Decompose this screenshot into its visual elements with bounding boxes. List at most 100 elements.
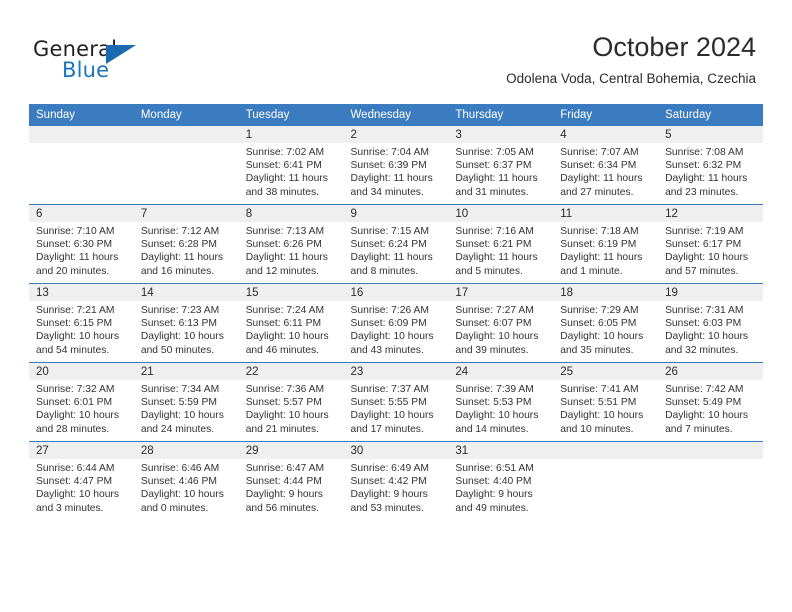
day-sun-info: Sunrise: 7:23 AM Sunset: 6:13 PM Daylight:… (134, 301, 239, 357)
calendar-day-cell[interactable]: 4 Sunrise: 7:07 AM Sunset: 6:34 PM Daylight… (553, 126, 659, 205)
daylight-text: Daylight: 11 hours and 38 minutes. (245, 173, 328, 198)
sunset-text: Sunset: 6:39 PM (350, 160, 427, 172)
day-number: 14 (133, 284, 239, 301)
sunrise-text: Sunrise: 7:18 AM (560, 226, 639, 237)
calendar-day-cell[interactable]: 28 Sunrise: 6:46 AM Sunset: 4:46 PM Dayligh… (133, 441, 239, 520)
daylight-text: Daylight: 10 hours and 35 minutes. (560, 331, 644, 356)
day-number: 13 (29, 284, 134, 301)
sunrise-text: Sunrise: 7:24 AM (245, 305, 325, 316)
day-cell-content: 31 Sunrise: 6:51 AM Sunset: 4:40 PM Dayligh… (448, 442, 554, 520)
calendar-day-cell[interactable]: 27 Sunrise: 6:44 AM Sunset: 4:47 PM Dayligh… (29, 441, 134, 520)
daylight-text: Daylight: 9 hours and 53 minutes. (350, 489, 428, 514)
general-blue-logo[interactable]: General Blue (33, 37, 203, 89)
calendar-day-cell[interactable]: 19 Sunrise: 7:31 AM Sunset: 6:03 PM Dayligh… (658, 283, 763, 363)
calendar-day-cell[interactable]: 18 Sunrise: 7:29 AM Sunset: 6:05 PM Dayligh… (553, 283, 659, 363)
sunrise-text: Sunrise: 7:42 AM (665, 384, 744, 395)
day-sun-info: Sunrise: 7:02 AM Sunset: 6:41 PM Daylight:… (239, 143, 344, 199)
sunrise-text: Sunrise: 7:31 AM (665, 305, 744, 316)
calendar-day-cell[interactable]: 6 Sunrise: 7:10 AM Sunset: 6:30 PM Daylight… (29, 204, 134, 284)
calendar-day-cell[interactable]: 8 Sunrise: 7:13 AM Sunset: 6:26 PM Daylight… (238, 204, 344, 284)
calendar-day-cell[interactable]: 7 Sunrise: 7:12 AM Sunset: 6:28 PM Daylight… (133, 204, 239, 284)
calendar-day-cell[interactable]: 24 Sunrise: 7:39 AM Sunset: 5:53 PM Dayligh… (448, 362, 554, 442)
calendar-day-cell[interactable]: 11 Sunrise: 7:18 AM Sunset: 6:19 PM Dayligh… (553, 204, 659, 284)
sunset-text: Sunset: 6:30 PM (36, 239, 113, 251)
calendar-day-cell[interactable]: 15 Sunrise: 7:24 AM Sunset: 6:11 PM Dayligh… (238, 283, 344, 363)
sunrise-text: Sunrise: 7:02 AM (245, 147, 325, 158)
calendar-day-cell[interactable]: 12 Sunrise: 7:19 AM Sunset: 6:17 PM Dayligh… (658, 204, 763, 284)
sunrise-text: Sunrise: 6:51 AM (455, 463, 534, 474)
calendar-grid: Sunday Monday Tuesday Wednesday Thursday… (29, 104, 763, 520)
day-number: 19 (658, 284, 763, 301)
calendar-day-cell[interactable]: 5 Sunrise: 7:08 AM Sunset: 6:32 PM Daylight… (658, 126, 763, 205)
calendar-day-cell[interactable]: 23 Sunrise: 7:37 AM Sunset: 5:55 PM Dayligh… (343, 362, 449, 442)
calendar-day-cell[interactable]: 26 Sunrise: 7:42 AM Sunset: 5:49 PM Dayligh… (658, 362, 763, 442)
day-cell-content: 1 Sunrise: 7:02 AM Sunset: 6:41 PM Daylight… (238, 126, 344, 204)
day-cell-content: 21 Sunrise: 7:34 AM Sunset: 5:59 PM Dayligh… (133, 363, 239, 441)
calendar-day-cell[interactable]: 20 Sunrise: 7:32 AM Sunset: 6:01 PM Dayligh… (29, 362, 134, 442)
calendar-day-cell[interactable]: 14 Sunrise: 7:23 AM Sunset: 6:13 PM Dayligh… (133, 283, 239, 363)
day-sun-info: Sunrise: 7:27 AM Sunset: 6:07 PM Daylight:… (448, 301, 553, 357)
daylight-text: Daylight: 10 hours and 39 minutes. (455, 331, 539, 356)
calendar-day-cell[interactable]: 16 Sunrise: 7:26 AM Sunset: 6:09 PM Dayligh… (343, 283, 449, 363)
daylight-text: Daylight: 11 hours and 23 minutes. (665, 173, 748, 198)
calendar-day-cell[interactable]: 2 Sunrise: 7:04 AM Sunset: 6:39 PM Daylight… (343, 126, 449, 205)
sunrise-text: Sunrise: 7:05 AM (455, 147, 534, 158)
calendar-page: General Blue October 2024 Odolena Voda, … (0, 0, 792, 612)
sunrise-text: Sunrise: 6:49 AM (350, 463, 429, 474)
calendar-day-cell[interactable]: 3 Sunrise: 7:05 AM Sunset: 6:37 PM Daylight… (448, 126, 554, 205)
sunrise-text: Sunrise: 7:19 AM (665, 226, 744, 237)
sunset-text: Sunset: 6:15 PM (36, 318, 113, 330)
day-cell-content: 8 Sunrise: 7:13 AM Sunset: 6:26 PM Daylight… (238, 205, 344, 283)
calendar-day-cell[interactable]: 31 Sunrise: 6:51 AM Sunset: 4:40 PM Dayligh… (448, 441, 554, 520)
daylight-text: Daylight: 11 hours and 8 minutes. (350, 252, 433, 277)
calendar-day-cell[interactable]: 21 Sunrise: 7:34 AM Sunset: 5:59 PM Dayligh… (133, 362, 239, 442)
sunset-text: Sunset: 5:53 PM (455, 397, 532, 409)
title-block: October 2024 Odolena Voda, Central Bohem… (506, 30, 756, 87)
calendar-day-cell[interactable] (553, 441, 659, 520)
calendar-day-cell[interactable]: 9 Sunrise: 7:15 AM Sunset: 6:24 PM Daylight… (343, 204, 449, 284)
day-sun-info: Sunrise: 7:19 AM Sunset: 6:17 PM Daylight:… (658, 222, 763, 278)
daylight-text: Daylight: 11 hours and 31 minutes. (455, 173, 538, 198)
day-number: 3 (448, 126, 554, 143)
calendar-day-cell[interactable]: 17 Sunrise: 7:27 AM Sunset: 6:07 PM Dayligh… (448, 283, 554, 363)
daylight-text: Daylight: 11 hours and 1 minute. (560, 252, 643, 277)
day-sun-info: Sunrise: 7:16 AM Sunset: 6:21 PM Daylight:… (448, 222, 553, 278)
calendar-day-cell[interactable]: 22 Sunrise: 7:36 AM Sunset: 5:57 PM Dayligh… (238, 362, 344, 442)
calendar-day-cell[interactable] (658, 441, 763, 520)
day-cell-content: 4 Sunrise: 7:07 AM Sunset: 6:34 PM Daylight… (553, 126, 659, 204)
weekday-header-thursday: Thursday (448, 104, 554, 126)
day-cell-content: 15 Sunrise: 7:24 AM Sunset: 6:11 PM Dayligh… (238, 284, 344, 362)
calendar-day-cell[interactable] (133, 126, 239, 205)
daylight-text: Daylight: 10 hours and 17 minutes. (350, 410, 434, 435)
calendar-day-cell[interactable]: 1 Sunrise: 7:02 AM Sunset: 6:41 PM Daylight… (238, 126, 344, 205)
day-number: 20 (29, 363, 134, 380)
day-number: 21 (133, 363, 239, 380)
day-sun-info: Sunrise: 7:32 AM Sunset: 6:01 PM Daylight:… (29, 380, 134, 436)
calendar-day-cell[interactable]: 30 Sunrise: 6:49 AM Sunset: 4:42 PM Dayligh… (343, 441, 449, 520)
calendar-day-cell[interactable]: 13 Sunrise: 7:21 AM Sunset: 6:15 PM Dayligh… (29, 283, 134, 363)
daylight-text: Daylight: 10 hours and 50 minutes. (140, 331, 224, 356)
daylight-text: Daylight: 11 hours and 27 minutes. (560, 173, 643, 198)
daylight-text: Daylight: 9 hours and 56 minutes. (245, 489, 323, 514)
calendar-day-cell[interactable] (29, 126, 134, 205)
day-sun-info: Sunrise: 6:49 AM Sunset: 4:42 PM Daylight:… (344, 459, 449, 515)
calendar-header-row: Sunday Monday Tuesday Wednesday Thursday… (29, 104, 763, 126)
day-sun-info: Sunrise: 7:39 AM Sunset: 5:53 PM Daylight:… (448, 380, 553, 436)
day-number: 15 (238, 284, 344, 301)
day-number: 18 (553, 284, 659, 301)
day-number (553, 442, 659, 459)
calendar-day-cell[interactable]: 25 Sunrise: 7:41 AM Sunset: 5:51 PM Dayligh… (553, 362, 659, 442)
day-number: 6 (29, 205, 134, 222)
sunrise-text: Sunrise: 7:39 AM (455, 384, 534, 395)
sunrise-text: Sunrise: 7:12 AM (140, 226, 220, 237)
sunset-text: Sunset: 5:59 PM (140, 397, 217, 409)
day-number: 22 (238, 363, 344, 380)
day-number: 11 (553, 205, 659, 222)
day-cell-content: 16 Sunrise: 7:26 AM Sunset: 6:09 PM Dayligh… (343, 284, 449, 362)
calendar-day-cell[interactable]: 29 Sunrise: 6:47 AM Sunset: 4:44 PM Dayligh… (238, 441, 344, 520)
daylight-text: Daylight: 10 hours and 0 minutes. (140, 489, 224, 514)
day-number: 26 (658, 363, 763, 380)
daylight-text: Daylight: 10 hours and 24 minutes. (140, 410, 224, 435)
calendar-day-cell[interactable]: 10 Sunrise: 7:16 AM Sunset: 6:21 PM Dayligh… (448, 204, 554, 284)
sunrise-text: Sunrise: 7:36 AM (245, 384, 325, 395)
